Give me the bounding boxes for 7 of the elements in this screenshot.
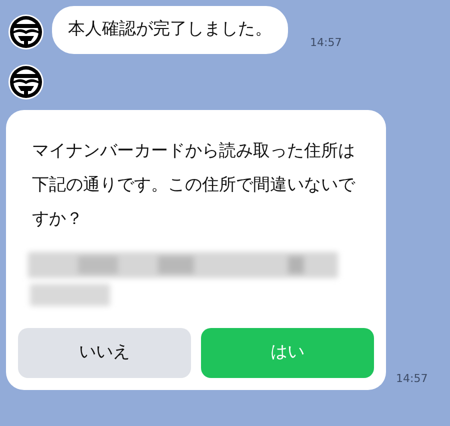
message-text: マイナンバーカードから読み取った住所は下記の通りです。この住所で間違いないですか？ bbox=[31, 140, 356, 230]
no-button[interactable]: いいえ bbox=[18, 328, 191, 378]
avatar-icon[interactable] bbox=[8, 14, 44, 50]
timestamp: 14:57 bbox=[396, 371, 428, 387]
message-bubble: 本人確認が完了しました。 bbox=[52, 6, 288, 54]
avatar-icon[interactable] bbox=[8, 64, 44, 100]
timestamp: 14:57 bbox=[310, 35, 342, 51]
